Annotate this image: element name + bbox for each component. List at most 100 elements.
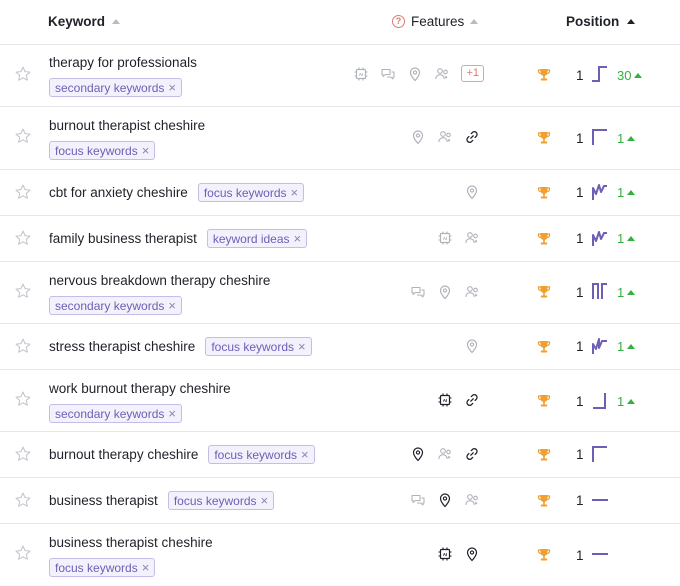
remove-tag-icon[interactable]: × [294,232,302,245]
position-column-header[interactable]: Position [566,14,636,29]
ai-overview-icon[interactable] [353,66,369,82]
help-icon[interactable]: ? [392,15,405,28]
keyword-tag: focus keywords × [205,337,312,356]
tag-label: focus keywords [211,339,295,354]
keyword-text: burnout therapist cheshire [49,118,206,133]
table-row: cbt for anxiety cheshire focus keywords … [0,170,680,216]
arrow-up-icon [627,290,636,295]
keyword-tag: focus keywords × [49,141,156,160]
position-value: 1 [576,185,584,200]
people-also-ask-icon[interactable] [437,129,453,145]
people-also-ask-icon[interactable] [464,284,480,300]
people-also-ask-icon[interactable] [464,230,480,246]
map-pin-icon[interactable] [437,284,453,300]
link-icon[interactable] [464,129,480,145]
ai-overview-icon[interactable] [437,392,453,408]
change-value: 30 [617,68,632,83]
position-sparkline [592,338,607,354]
arrow-up-icon [634,73,643,78]
map-pin-icon[interactable] [407,66,423,82]
remove-tag-icon[interactable]: × [142,144,150,157]
remove-tag-icon[interactable]: × [168,407,176,420]
map-pin-icon[interactable] [410,446,426,462]
features-column-header[interactable]: ? Features [392,14,479,29]
keyword-column-header[interactable]: Keyword [48,14,121,29]
position-sparkline [592,184,607,200]
ai-overview-icon[interactable] [437,546,453,562]
keyword-tag: focus keywords × [167,491,275,510]
tag-label: focus keywords [55,143,138,158]
star-icon[interactable] [14,445,32,463]
change-value: 1 [617,231,625,246]
position-value: 1 [576,285,584,300]
star-icon[interactable] [14,544,32,562]
chat-icon[interactable] [380,66,396,82]
trophy-icon [536,393,552,409]
map-pin-icon[interactable] [437,492,453,508]
star-icon[interactable] [14,65,32,83]
table-row: nervous breakdown therapy cheshire secon… [0,262,680,324]
keyword-text: business therapist cheshire [49,535,213,550]
people-also-ask-icon[interactable] [437,446,453,462]
change-value: 1 [617,339,625,354]
link-icon[interactable] [464,392,480,408]
features-cell [464,338,480,354]
star-icon[interactable] [14,282,32,300]
map-pin-icon[interactable] [464,546,480,562]
remove-tag-icon[interactable]: × [168,299,176,312]
keyword-cell: family business therapist keyword ideas … [49,229,308,248]
map-pin-icon[interactable] [464,184,480,200]
map-pin-icon[interactable] [410,129,426,145]
table-row: family business therapist keyword ideas … [0,216,680,262]
remove-tag-icon[interactable]: × [301,448,309,461]
star-icon[interactable] [14,337,32,355]
sort-active-icon [627,19,636,24]
star-icon[interactable] [14,127,32,145]
ai-overview-icon[interactable] [437,230,453,246]
star-icon[interactable] [14,390,32,408]
keyword-tag: focus keywords × [49,558,156,577]
keyword-tag: secondary keywords × [49,404,182,423]
position-value: 1 [576,131,584,146]
map-pin-icon[interactable] [464,338,480,354]
tag-label: focus keywords [214,447,298,462]
position-value: 1 [576,68,584,83]
remove-tag-icon[interactable]: × [142,561,150,574]
chat-icon[interactable] [410,284,426,300]
people-also-ask-icon[interactable] [434,66,450,82]
trophy-icon [536,493,552,509]
star-icon[interactable] [14,229,32,247]
table-row: therapy for professionals secondary keyw… [0,45,680,107]
keyword-cell: cbt for anxiety cheshire focus keywords … [49,183,305,202]
trophy-icon [536,185,552,201]
position-change: 1 [617,394,636,409]
position-value: 1 [576,339,584,354]
remove-tag-icon[interactable]: × [168,81,176,94]
trophy-icon [536,339,552,355]
remove-tag-icon[interactable]: × [298,340,306,353]
features-cell [410,492,480,508]
position-change: 1 [617,185,636,200]
more-features-badge[interactable]: +1 [461,65,484,82]
position-sparkline [592,553,608,555]
keyword-cell: burnout therapist cheshire focus keyword… [49,118,205,160]
features-cell [437,230,480,246]
tag-label: focus keywords [203,185,287,200]
table-row: burnout therapy cheshire focus keywords … [0,432,680,478]
position-value: 1 [576,548,584,563]
keyword-text: family business therapist [49,231,197,246]
people-also-ask-icon[interactable] [464,492,480,508]
keyword-cell: nervous breakdown therapy cheshire secon… [49,273,270,315]
keyword-tag: keyword ideas × [206,229,308,248]
remove-tag-icon[interactable]: × [291,186,299,199]
table-row: business therapist cheshire focus keywor… [0,524,680,586]
chat-icon[interactable] [410,492,426,508]
position-change: 1 [617,285,636,300]
change-value: 1 [617,131,625,146]
table-row: business therapist focus keywords × 1 [0,478,680,524]
link-icon[interactable] [464,446,480,462]
features-cell [410,446,480,462]
remove-tag-icon[interactable]: × [261,494,269,507]
star-icon[interactable] [14,183,32,201]
star-icon[interactable] [14,491,32,509]
